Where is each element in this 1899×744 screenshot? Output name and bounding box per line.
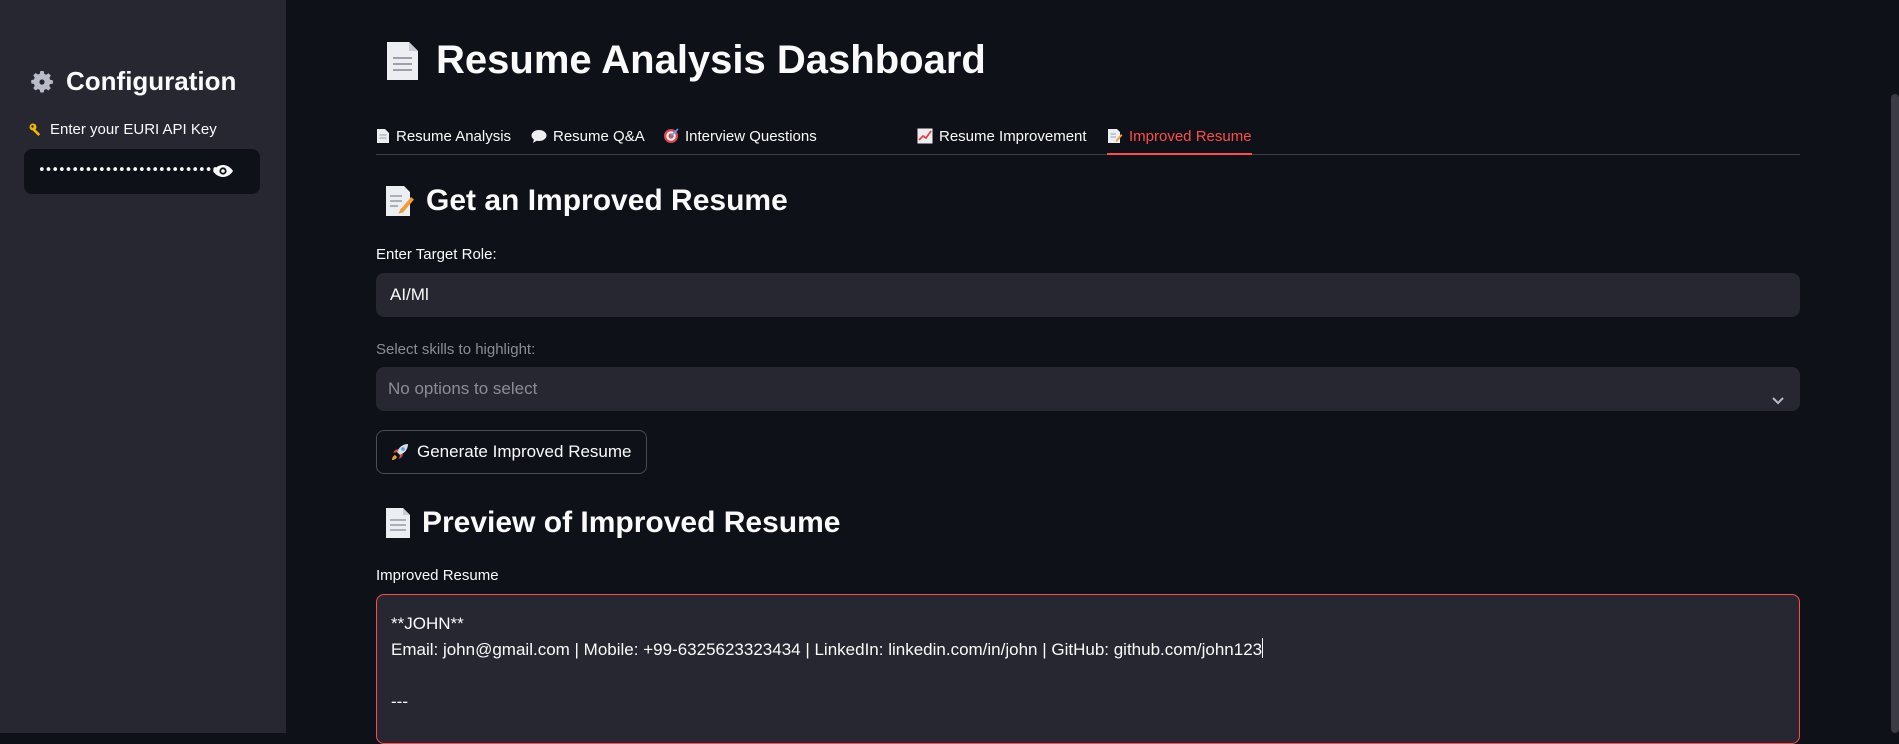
sidebar-title-text: Configuration [66,66,237,96]
page-title-text: Resume Analysis Dashboard [436,38,986,82]
page-title: Resume Analysis Dashboard [384,38,986,83]
tab-interview-questions[interactable]: Interview Questions [663,120,817,152]
tab-label: Improved Resume [1129,127,1252,145]
target-role-input[interactable]: AI/Ml [376,273,1800,317]
memo-icon [1107,128,1123,144]
chart-increasing-icon [917,128,933,144]
sidebar: Configuration Enter your EURI API Key ••… [0,0,286,733]
api-key-label-text: Enter your EURI API Key [50,121,217,138]
chevron-down-icon[interactable] [1770,381,1786,405]
text-caret [1262,638,1264,658]
speech-bubble-icon [531,129,547,144]
tab-resume-qa[interactable]: Resume Q&A [531,120,645,152]
improve-section-heading: Get an Improved Resume [384,184,788,218]
preview-section-heading: Preview of Improved Resume [384,506,840,540]
eye-icon[interactable] [212,162,234,180]
main-content: Resume Analysis Dashboard Resume Analysi… [286,0,1899,744]
resume-line-text: Email: john@gmail.com | Mobile: +99-6325… [391,640,1263,659]
skills-label: Select skills to highlight: [376,341,536,358]
improved-resume-textarea[interactable]: **JOHN** Email: john@gmail.com | Mobile:… [376,594,1800,744]
tab-label: Interview Questions [685,127,817,145]
tab-resume-improvement[interactable]: Resume Improvement [917,120,1087,152]
target-icon [663,128,679,144]
target-role-label: Enter Target Role: [376,246,497,263]
key-icon [28,122,44,138]
gear-icon [28,68,56,96]
api-key-value: •••••••••••••••••••••••••••••••••• [38,163,218,178]
resume-line: **JOHN** [391,614,464,633]
resume-line: --- [391,692,408,711]
api-key-input[interactable]: •••••••••••••••••••••••••••••••••• [24,149,260,194]
tab-improved-resume[interactable]: Improved Resume [1107,120,1252,155]
generate-button-label: Generate Improved Resume [417,442,632,461]
tab-label: Resume Improvement [939,127,1087,145]
resume-line [391,663,1785,689]
tab-label: Resume Q&A [553,127,645,145]
page-icon [384,506,412,540]
skills-multiselect[interactable]: No options to select [376,367,1800,411]
tab-label: Resume Analysis [396,127,512,145]
tab-resume-analysis[interactable]: Resume Analysis [376,120,511,152]
resume-line: Email: john@gmail.com | Mobile: +99-6325… [391,637,1785,663]
tab-bar: Resume Analysis Resume Q&A Interview Que… [376,112,1800,155]
sidebar-title: Configuration [28,66,236,97]
page-icon [376,128,390,144]
memo-icon [384,184,416,218]
api-key-label: Enter your EURI API Key [28,121,217,138]
preview-section-heading-text: Preview of Improved Resume [422,506,841,539]
rocket-icon [391,443,409,461]
improve-section-heading-text: Get an Improved Resume [426,184,788,217]
page-icon [384,40,420,82]
improved-resume-label: Improved Resume [376,567,499,584]
scrollbar[interactable] [1891,94,1899,733]
skills-placeholder: No options to select [388,379,538,398]
generate-improved-resume-button[interactable]: Generate Improved Resume [376,430,647,474]
